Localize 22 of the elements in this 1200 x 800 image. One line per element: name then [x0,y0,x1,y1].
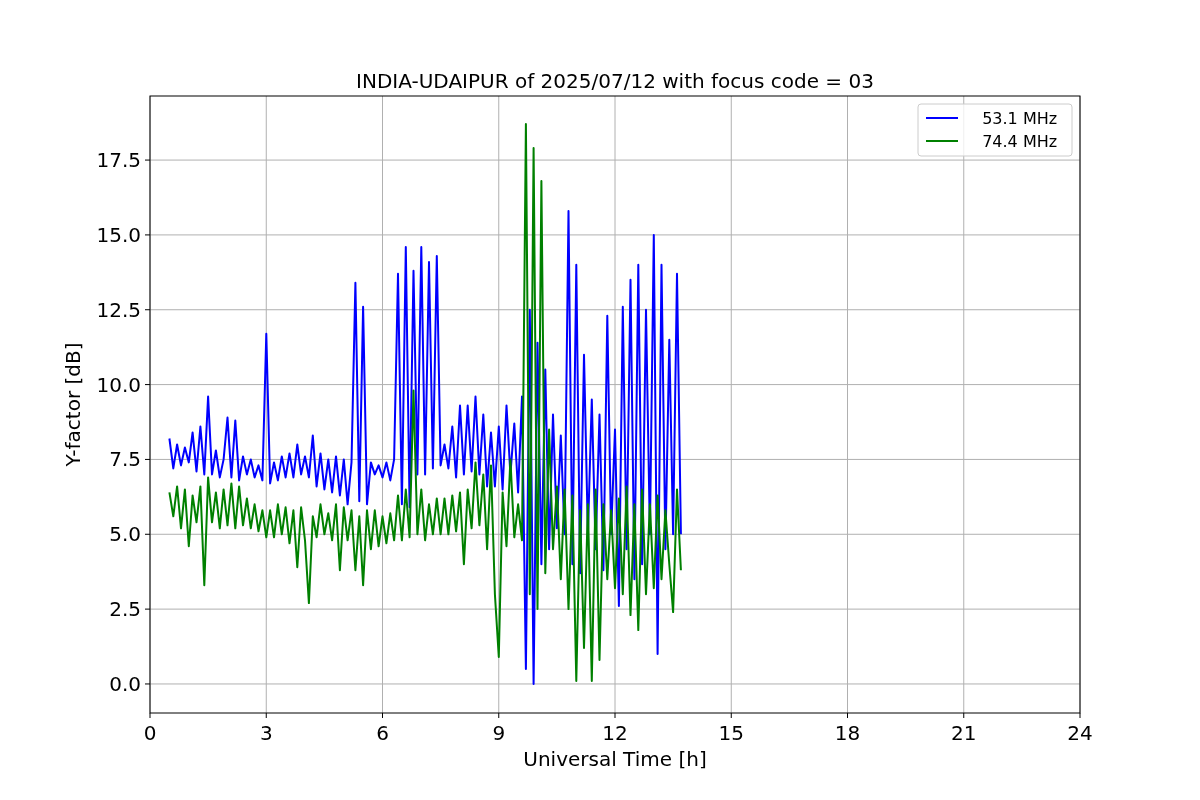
y-tick-label: 5.0 [109,522,141,547]
y-axis-label: Y-factor [dB] [61,342,85,467]
x-tick-label: 18 [834,721,861,745]
y-tick-label: 15.0 [96,222,141,247]
y-tick-label: 12.5 [96,297,141,322]
x-tick-label: 3 [259,721,273,745]
y-tick-label: 7.5 [109,447,141,472]
y-tick-label: 17.5 [96,148,141,173]
y-tick-label: 2.5 [109,597,141,622]
x-tick-label: 0 [143,721,157,745]
x-tick-label: 15 [718,721,744,745]
x-tick-label: 12 [602,721,628,745]
x-tick-label: 21 [951,721,977,745]
legend-label: 74.4 MHz [982,132,1058,151]
x-tick-label: 24 [1067,721,1093,745]
x-axis-label: Universal Time [h] [523,747,707,771]
x-tick-label: 6 [376,721,389,745]
y-tick-label: 0.0 [109,671,141,696]
x-tick-label: 9 [492,721,506,745]
legend-label: 53.1 MHz [982,109,1058,128]
y-tick-label: 10.0 [96,372,141,397]
chart-title: INDIA-UDAIPUR of 2025/07/12 with focus code = 03 [356,69,874,93]
